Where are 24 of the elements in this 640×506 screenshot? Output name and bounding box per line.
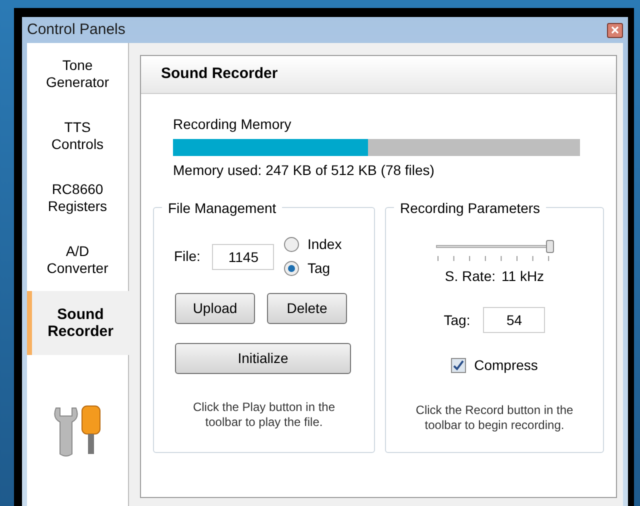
file-field[interactable]: 1145: [212, 244, 274, 270]
radio-option[interactable]: Tag: [284, 258, 342, 279]
initialize-button[interactable]: Initialize: [175, 343, 351, 374]
hint-text: Click the Play button in the toolbar to play the file.: [192, 400, 336, 430]
tag-label: Tag:: [444, 310, 470, 330]
action-button[interactable]: Upload: [175, 293, 255, 324]
memory-reading: Memory used: 247 KB of 512 KB (78 files): [173, 161, 436, 180]
close-button[interactable]: [607, 22, 623, 38]
radio-option[interactable]: Index: [284, 234, 342, 255]
file-label: File:: [174, 247, 200, 266]
rate-slider[interactable]: [436, 240, 554, 262]
hint-text: Click the Record button in the toolbar to begin recording.: [414, 403, 574, 433]
rate-label: S. Rate:: [444, 267, 496, 286]
tag-field[interactable]: 54: [483, 307, 546, 333]
slider-thumb[interactable]: [546, 240, 554, 253]
window-title: Control Panels: [27, 20, 126, 40]
compress-checkbox[interactable]: Compress: [451, 355, 538, 376]
memory-label: Recording Memory: [173, 115, 292, 134]
rate-value: 11 kHz: [502, 267, 544, 286]
action-button[interactable]: Delete: [267, 293, 347, 324]
panel-title: Sound Recorder: [161, 64, 278, 84]
tools-icon: [52, 404, 104, 458]
sidebar-tab[interactable]: Sound Recorder: [27, 291, 129, 355]
close-icon: [611, 26, 619, 34]
